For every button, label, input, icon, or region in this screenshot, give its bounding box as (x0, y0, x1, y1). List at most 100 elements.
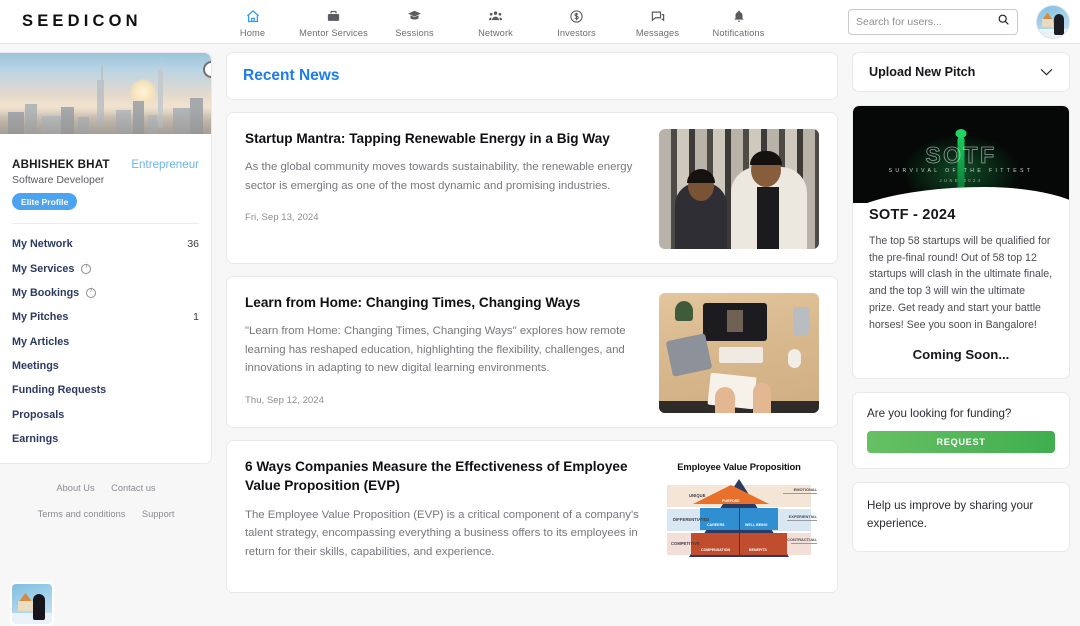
sotf-event-card[interactable]: SOTF SURVIVAL OF THE FITTEST JUNE 2024 S… (852, 105, 1070, 379)
menu-label: My Services (12, 263, 74, 275)
search-box[interactable] (848, 9, 1018, 35)
nav-item-mentor-services[interactable]: Mentor Services (293, 6, 374, 38)
nav-item-investors[interactable]: Investors (536, 6, 617, 38)
nav-label: Messages (636, 28, 679, 38)
elite-profile-badge[interactable]: Elite Profile (12, 193, 77, 210)
footer-link-support[interactable]: Support (142, 509, 175, 519)
banner-haze (0, 112, 211, 134)
article-thumbnail-desk-flatlay (659, 293, 819, 413)
photo-person-right-hair (750, 151, 782, 165)
menu-label: Earnings (12, 433, 58, 445)
evp-leader-label: EMOTIONAL (794, 487, 817, 492)
photo-arm-left (715, 387, 735, 413)
avatar-snow (1037, 29, 1069, 38)
sotf-description: The top 58 startups will be qualified fo… (869, 233, 1053, 333)
avatar-house (1042, 19, 1053, 27)
menu-label: Meetings (12, 360, 59, 372)
photo-arm-right (753, 383, 771, 413)
menu-count: 36 (187, 238, 199, 250)
nav-label: Network (478, 28, 513, 38)
sidebar-item-proposals[interactable]: Proposals (12, 403, 199, 427)
evp-band-label: COMPETITIVE (671, 541, 700, 546)
sotf-tagline: SURVIVAL OF THE FITTEST (853, 168, 1069, 174)
sotf-date: JUNE 2024 (853, 178, 1069, 183)
edit-banner-icon[interactable] (203, 61, 211, 78)
nav-item-messages[interactable]: Messages (617, 6, 698, 38)
nav-item-notifications[interactable]: Notifications (698, 6, 779, 38)
nav-label: Investors (557, 28, 596, 38)
sotf-wave-shape (853, 187, 1069, 203)
info-icon[interactable] (86, 288, 96, 298)
profile-role-tag: Entrepreneur (131, 158, 199, 171)
sidebar-footer-links: About Us Contact us Terms and conditions… (0, 464, 212, 522)
sidebar-item-my-bookings[interactable]: My Bookings (12, 281, 199, 305)
sidebar-item-earnings[interactable]: Earnings (12, 427, 199, 451)
article-text: Startup Mantra: Tapping Renewable Energy… (245, 129, 645, 249)
evp-divider (739, 533, 740, 555)
main-feed: Recent News Startup Mantra: Tapping Rene… (212, 52, 852, 608)
nav-item-home[interactable]: Home (212, 6, 293, 38)
profile-card: ABHISHEK BHAT Entrepreneur Software Deve… (0, 52, 212, 464)
dollar-circle-icon (569, 8, 584, 25)
sidebar-item-my-pitches[interactable]: My Pitches 1 (12, 305, 199, 329)
nav-item-sessions[interactable]: Sessions (374, 6, 455, 38)
page-title: Recent News (226, 52, 838, 100)
pfp-person (33, 594, 45, 620)
request-button[interactable]: REQUEST (867, 431, 1055, 453)
nav-label: Notifications (713, 28, 765, 38)
article-title: Learn from Home: Changing Times, Changin… (245, 293, 645, 312)
evp-leader-line (783, 493, 817, 494)
article-description: As the global community moves towards su… (245, 158, 645, 195)
footer-link-about-us[interactable]: About Us (56, 483, 94, 493)
sotf-coming-soon: Coming Soon... (869, 347, 1053, 362)
banner-spire (161, 58, 163, 72)
sidebar-item-my-network[interactable]: My Network 36 (12, 232, 199, 256)
feedback-card[interactable]: Help us improve by sharing your experien… (852, 482, 1070, 552)
sidebar-item-my-services[interactable]: My Services (12, 256, 199, 280)
upload-new-pitch-dropdown[interactable]: Upload New Pitch (852, 52, 1070, 92)
funding-request-card: Are you looking for funding? REQUEST (852, 392, 1070, 469)
news-article-card[interactable]: Startup Mantra: Tapping Renewable Energy… (226, 112, 838, 264)
evp-leader-label: CONTRACTUAL (787, 537, 817, 542)
right-sidebar: Upload New Pitch SOTF SURVIVAL OF THE FI… (852, 52, 1070, 608)
user-avatar[interactable] (1036, 5, 1070, 39)
footer-link-terms[interactable]: Terms and conditions (38, 509, 126, 519)
sotf-logo-text: SOTF (853, 142, 1069, 169)
sidebar-item-my-articles[interactable]: My Articles (12, 330, 199, 354)
profile-picture[interactable] (10, 582, 54, 626)
profile-banner-image (0, 53, 211, 134)
article-text: Learn from Home: Changing Times, Changin… (245, 293, 645, 413)
search-icon[interactable] (997, 13, 1010, 31)
photo-monitor (703, 303, 767, 341)
sidebar-item-meetings[interactable]: Meetings (12, 354, 199, 378)
photo-tablet (666, 333, 713, 377)
search-input[interactable] (856, 16, 997, 28)
article-date: Thu, Sep 12, 2024 (245, 395, 645, 406)
evp-cell-label: WELL BEING (745, 523, 768, 527)
footer-links-row-1: About Us Contact us (10, 478, 202, 496)
bell-icon (732, 8, 746, 25)
graduation-cap-icon (406, 8, 423, 25)
menu-label: My Network (12, 238, 73, 250)
sidebar-item-funding-requests[interactable]: Funding Requests (12, 378, 199, 402)
evp-leader-label: EXPERIENTIAL (789, 514, 817, 519)
evp-band-label: UNIQUE (689, 493, 706, 498)
banner-spire (101, 66, 103, 82)
footer-link-contact-us[interactable]: Contact us (111, 483, 155, 493)
photo-screen-person (727, 310, 743, 332)
article-text: 6 Ways Companies Measure the Effectivene… (245, 457, 645, 578)
news-article-card[interactable]: Learn from Home: Changing Times, Changin… (226, 276, 838, 428)
profile-divider (12, 223, 199, 224)
chevron-down-icon[interactable] (1040, 65, 1053, 79)
menu-label: My Pitches (12, 311, 68, 323)
evp-band-label: DIFFERENTIATED (673, 517, 709, 522)
sotf-banner-image: SOTF SURVIVAL OF THE FITTEST JUNE 2024 (853, 106, 1069, 203)
info-icon[interactable] (81, 264, 91, 274)
brand-logo[interactable]: SEEDICON (22, 12, 212, 31)
news-article-card[interactable]: 6 Ways Companies Measure the Effectivene… (226, 440, 838, 593)
nav-item-network[interactable]: Network (455, 6, 536, 38)
evp-cell-label: BENEFITS (749, 548, 767, 552)
evp-leader-line (791, 543, 817, 544)
nav-label: Home (240, 28, 265, 38)
briefcase-icon (326, 8, 341, 25)
